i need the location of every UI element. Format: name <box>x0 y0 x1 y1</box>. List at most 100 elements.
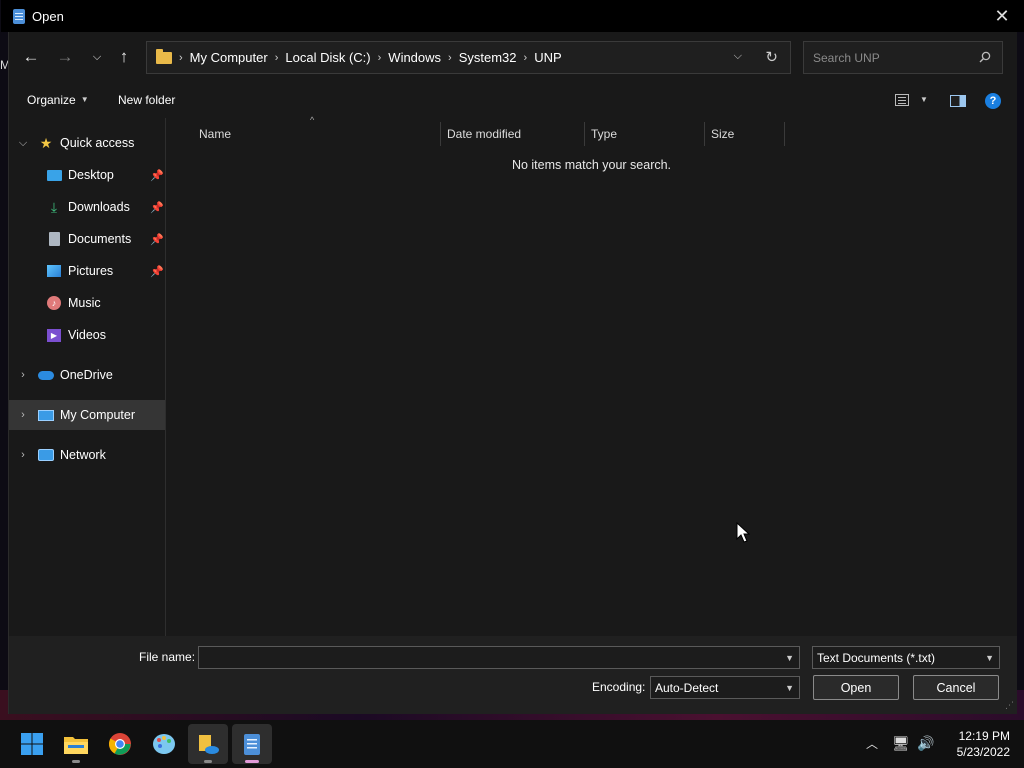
title-bar: Open ✕ <box>1 0 1024 32</box>
chrome-icon <box>109 733 131 755</box>
network-status-icon[interactable]: 🖥 <box>892 735 910 752</box>
navigation-bar: ← → ⌵ ↑ › My Computer › Local Disk (C:) › Wi… <box>9 32 1017 84</box>
encoding-select[interactable]: Auto-Detect ▼ <box>650 676 800 699</box>
computer-icon <box>38 408 54 422</box>
address-history-button[interactable]: ⌵ <box>734 50 742 63</box>
document-icon <box>46 232 62 246</box>
breadcrumb-segment[interactable]: My Computer <box>190 50 268 65</box>
windows-logo-icon <box>21 733 43 755</box>
help-icon[interactable]: ? <box>985 93 1001 109</box>
column-header-date-modified[interactable]: Date modified <box>447 122 521 146</box>
file-list[interactable]: Name ^ Date modified Type Size No items … <box>166 115 1017 636</box>
sidebar-item-label: OneDrive <box>60 368 113 382</box>
sidebar-item-label: My Computer <box>60 408 136 422</box>
collapsed-chevron-icon: › <box>21 409 25 421</box>
column-header-name[interactable]: Name <box>199 122 231 146</box>
forward-button[interactable]: → <box>53 45 77 69</box>
resize-grip-icon[interactable]: ⋰ <box>1005 700 1014 711</box>
collapsed-chevron-icon: › <box>21 369 25 381</box>
file-explorer-icon <box>64 737 88 754</box>
taskbar-notepad[interactable] <box>232 724 272 764</box>
file-name-input[interactable]: ▼ <box>198 646 800 669</box>
sidebar-item-quick-access[interactable]: ⌵ ★ Quick access <box>9 128 165 158</box>
download-icon: ⤓ <box>50 198 58 215</box>
video-icon: ▶ <box>46 328 62 342</box>
chevron-down-icon[interactable]: ▼ <box>785 653 794 663</box>
close-icon: ✕ <box>994 5 1010 26</box>
sidebar-item-label: Quick access <box>60 136 135 150</box>
recent-locations-button[interactable]: ⌵ <box>85 45 109 69</box>
open-button[interactable]: Open <box>813 675 899 700</box>
arrow-left-icon: ← <box>22 47 40 66</box>
sidebar-item-videos[interactable]: ▶ Videos <box>9 320 165 350</box>
breadcrumb-segment[interactable]: Windows <box>388 50 441 65</box>
clock-time: 12:19 PM <box>958 729 1010 743</box>
preview-pane-icon[interactable] <box>950 95 966 107</box>
sidebar-item-network[interactable]: › Network <box>9 440 165 470</box>
sidebar-item-onedrive[interactable]: › OneDrive <box>9 360 165 390</box>
chevron-down-icon: ▼ <box>985 653 994 663</box>
column-header-size[interactable]: Size <box>711 122 734 146</box>
close-button[interactable]: ✕ <box>989 4 1015 28</box>
column-divider[interactable] <box>784 122 785 146</box>
breadcrumb: My Computer › Local Disk (C:) › Windows › Syst… <box>190 50 562 65</box>
chevron-down-icon: ▼ <box>785 683 794 693</box>
cloud-icon <box>38 368 54 382</box>
sidebar-item-my-computer[interactable]: › My Computer <box>9 400 165 430</box>
network-icon <box>38 448 54 462</box>
column-divider[interactable] <box>440 122 441 146</box>
sidebar-item-desktop[interactable]: Desktop 📌 <box>9 160 165 190</box>
column-divider[interactable] <box>584 122 585 146</box>
address-bar[interactable]: › My Computer › Local Disk (C:) › Windows › Sy… <box>146 41 791 74</box>
taskbar-file-explorer[interactable] <box>56 724 96 764</box>
breadcrumb-separator-icon[interactable]: › <box>524 52 528 64</box>
taskbar-paint[interactable] <box>144 724 184 764</box>
expanded-chevron-icon: ⌵ <box>18 136 28 149</box>
mouse-cursor-icon <box>736 522 750 543</box>
back-button[interactable]: ← <box>19 45 43 69</box>
system-clock[interactable]: 12:19 PM 5/23/2022 <box>940 728 1010 760</box>
window-title: Open <box>32 8 64 24</box>
taskbar-explorer-window[interactable] <box>188 724 228 764</box>
notepad-icon <box>13 8 25 24</box>
start-button[interactable] <box>12 724 52 764</box>
new-folder-button[interactable]: New folder <box>118 93 175 107</box>
arrow-right-icon: → <box>56 47 74 66</box>
sidebar-item-documents[interactable]: Documents 📌 <box>9 224 165 254</box>
volume-icon[interactable]: 🔊 <box>917 735 934 752</box>
star-icon: ★ <box>39 134 53 151</box>
sidebar-item-pictures[interactable]: Pictures 📌 <box>9 256 165 286</box>
up-button[interactable]: ↑ <box>112 45 136 69</box>
paint-palette-icon <box>153 734 175 754</box>
arrow-up-icon: ↑ <box>119 47 129 66</box>
pin-icon: 📌 <box>150 265 164 278</box>
search-icon <box>979 51 991 63</box>
breadcrumb-segment[interactable]: System32 <box>459 50 517 65</box>
column-header-type[interactable]: Type <box>591 122 617 146</box>
desktop-icon <box>46 168 62 182</box>
sidebar-item-music[interactable]: ♪ Music <box>9 288 165 318</box>
cancel-button[interactable]: Cancel <box>913 675 999 700</box>
breadcrumb-separator-icon[interactable]: › <box>378 52 382 64</box>
search-input[interactable]: Search UNP <box>803 41 1003 74</box>
column-divider[interactable] <box>704 122 705 146</box>
breadcrumb-separator-icon[interactable]: › <box>275 52 279 64</box>
taskbar: ︿ 🖥 🔊 12:19 PM 5/23/2022 <box>0 720 1024 768</box>
breadcrumb-separator-icon[interactable]: › <box>448 52 452 64</box>
view-options-caret-icon[interactable]: ▼ <box>920 95 928 104</box>
taskbar-chrome[interactable] <box>100 724 140 764</box>
sidebar-item-label: Music <box>68 296 101 310</box>
notepad-icon <box>244 734 260 755</box>
breadcrumb-segment[interactable]: UNP <box>534 50 561 65</box>
sort-ascending-icon: ^ <box>310 115 315 125</box>
file-type-select[interactable]: Text Documents (*.txt) ▼ <box>812 646 1000 669</box>
empty-list-message: No items match your search. <box>511 158 672 172</box>
show-hidden-icons-chevron-icon[interactable]: ︿ <box>866 735 878 752</box>
organize-button[interactable]: Organize ▼ <box>27 93 89 107</box>
caret-down-icon: ▼ <box>80 95 89 104</box>
sidebar-item-downloads[interactable]: ⤓ Downloads 📌 <box>9 192 165 222</box>
refresh-button[interactable]: ↻ <box>765 48 778 66</box>
music-icon: ♪ <box>46 296 62 310</box>
breadcrumb-segment[interactable]: Local Disk (C:) <box>285 50 370 65</box>
view-options-icon[interactable] <box>895 94 909 106</box>
